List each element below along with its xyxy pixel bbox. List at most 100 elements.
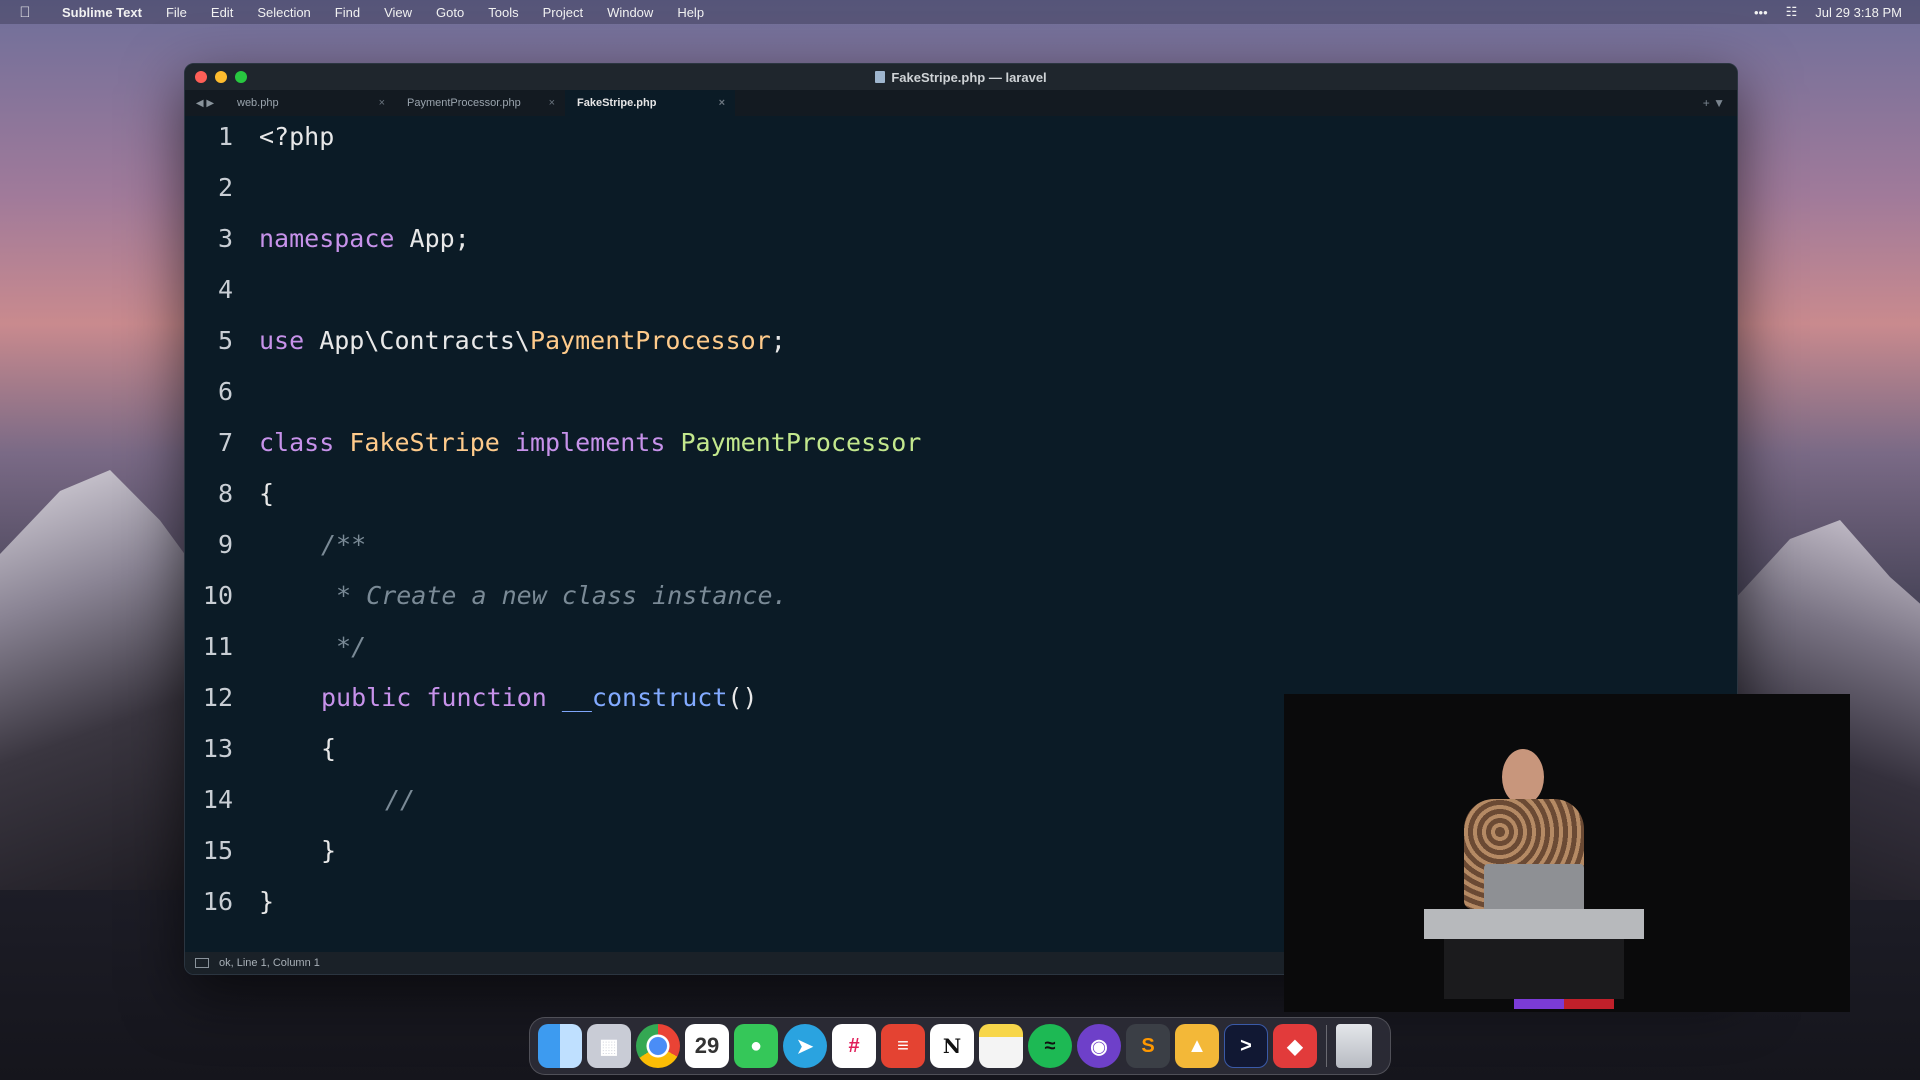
- code-line: 3 namespace App;: [185, 218, 470, 258]
- code-line: 5 use App\Contracts\PaymentProcessor;: [185, 320, 786, 360]
- todoist-icon[interactable]: ≡: [881, 1024, 925, 1068]
- tab-payment-processor-php[interactable]: PaymentProcessor.php ×: [395, 90, 565, 116]
- presenter-laptop: [1484, 864, 1584, 914]
- code-line: 1 <?php: [185, 116, 334, 156]
- code-line: 8 {: [185, 473, 274, 513]
- code-text: App;: [394, 223, 470, 253]
- code-line: 7 class FakeStripe implements PaymentPro…: [185, 422, 921, 462]
- code-text: <?php: [259, 121, 335, 151]
- line-number: 5: [217, 325, 233, 355]
- menu-window[interactable]: Window: [595, 5, 665, 20]
- launchpad-icon[interactable]: ▦: [587, 1024, 631, 1068]
- dock: ▦ 29 ● ➤ # ≡ N ≈ ◉ S ▲ > ◆: [529, 1017, 1391, 1075]
- calendar-icon[interactable]: 29: [685, 1024, 729, 1068]
- tab-nav-arrows[interactable]: ◀ ▶: [185, 98, 225, 109]
- line-number: 12: [202, 682, 233, 712]
- control-center-icon[interactable]: ☷: [1786, 4, 1798, 20]
- tab-label: web.php: [237, 97, 279, 109]
- sublime-text-icon[interactable]: S: [1126, 1024, 1170, 1068]
- line-number: 16: [202, 886, 233, 916]
- document-icon: [875, 70, 886, 83]
- menu-selection[interactable]: Selection: [245, 5, 322, 20]
- line-number: 3: [217, 223, 233, 253]
- podium-stand: [1444, 939, 1624, 999]
- code-line: 16 }: [185, 881, 274, 921]
- tab-web-php[interactable]: web.php ×: [225, 90, 395, 116]
- title-bar: FakeStripe.php — laravel: [185, 64, 1737, 90]
- code-line: 4: [185, 269, 233, 309]
- menu-view[interactable]: View: [372, 5, 424, 20]
- code-line: 10 * Create a new class instance.: [185, 575, 788, 615]
- menu-tools[interactable]: Tools: [476, 5, 530, 20]
- keyword: public function: [321, 682, 547, 712]
- line-number: 8: [217, 478, 233, 508]
- class-name: FakeStripe: [334, 427, 500, 457]
- line-number: 6: [217, 376, 233, 406]
- menu-app-name[interactable]: Sublime Text: [50, 5, 154, 20]
- github-desktop-icon[interactable]: ◉: [1077, 1024, 1121, 1068]
- menu-file[interactable]: File: [154, 5, 199, 20]
- line-number: 9: [217, 529, 233, 559]
- dock-separator: [1326, 1025, 1327, 1067]
- code-line: 6: [185, 371, 233, 411]
- slack-icon[interactable]: #: [832, 1024, 876, 1068]
- code-text: App\Contracts\: [304, 325, 530, 355]
- comment: * Create a new class instance.: [321, 580, 788, 610]
- comment: /**: [321, 529, 367, 559]
- menu-goto[interactable]: Goto: [424, 5, 476, 20]
- presenter-head: [1502, 749, 1544, 805]
- spotify-icon[interactable]: ≈: [1028, 1024, 1072, 1068]
- line-number: 2: [217, 172, 233, 202]
- menu-help[interactable]: Help: [665, 5, 716, 20]
- code-text: }: [259, 886, 275, 916]
- notes-icon[interactable]: [979, 1024, 1023, 1068]
- comment: */: [321, 631, 367, 661]
- raycast-icon[interactable]: ◆: [1273, 1024, 1317, 1068]
- code-text: }: [321, 835, 337, 865]
- line-number: 14: [202, 784, 233, 814]
- menu-find[interactable]: Find: [323, 5, 372, 20]
- code-line: 11 */: [185, 626, 366, 666]
- function-name: __construct: [546, 682, 728, 712]
- telegram-icon[interactable]: ➤: [783, 1024, 827, 1068]
- code-text: ;: [770, 325, 786, 355]
- notion-icon[interactable]: N: [930, 1024, 974, 1068]
- terminal-icon[interactable]: >: [1224, 1024, 1268, 1068]
- tableplus-icon[interactable]: ▲: [1175, 1024, 1219, 1068]
- code-line: 13 {: [185, 728, 336, 768]
- finder-icon[interactable]: [538, 1024, 582, 1068]
- tab-label: FakeStripe.php: [577, 97, 657, 109]
- code-line: 9 /**: [185, 524, 366, 564]
- tab-fakestripe-php[interactable]: FakeStripe.php ×: [565, 90, 735, 116]
- menu-bar:  Sublime Text File Edit Selection Find …: [0, 0, 1920, 24]
- wallpaper-mountain-left: [0, 470, 200, 890]
- close-icon[interactable]: ×: [379, 97, 385, 109]
- window-title-text: FakeStripe.php — laravel: [891, 69, 1047, 85]
- tab-bar: ◀ ▶ web.php × PaymentProcessor.php × Fak…: [185, 90, 1737, 116]
- menu-project[interactable]: Project: [531, 5, 595, 20]
- new-tab-and-tab-list-button[interactable]: + ▼: [1703, 96, 1737, 110]
- menu-edit[interactable]: Edit: [199, 5, 245, 20]
- comment: //: [385, 784, 416, 814]
- line-number: 13: [202, 733, 233, 763]
- chrome-icon[interactable]: [636, 1024, 680, 1068]
- code-line: 15 }: [185, 830, 336, 870]
- apple-icon[interactable]: : [0, 4, 50, 21]
- close-icon[interactable]: ×: [549, 97, 555, 109]
- more-icon[interactable]: •••: [1754, 5, 1768, 20]
- presenter-figure: [1424, 749, 1644, 1009]
- tab-label: PaymentProcessor.php: [407, 97, 521, 109]
- podium-top: [1424, 909, 1644, 939]
- code-line: 12 public function __construct(): [185, 677, 758, 717]
- presenter-video: [1284, 694, 1850, 1012]
- panel-toggle-icon[interactable]: [195, 958, 209, 968]
- keyword: namespace: [259, 223, 395, 253]
- window-title: FakeStripe.php — laravel: [185, 70, 1737, 85]
- status-text: ok, Line 1, Column 1: [219, 957, 320, 969]
- close-icon[interactable]: ×: [719, 97, 725, 109]
- trash-icon[interactable]: [1336, 1024, 1372, 1068]
- podium-light: [1514, 999, 1614, 1009]
- menubar-clock[interactable]: Jul 29 3:18 PM: [1815, 5, 1902, 20]
- interface-name: PaymentProcessor: [665, 427, 922, 457]
- messages-icon[interactable]: ●: [734, 1024, 778, 1068]
